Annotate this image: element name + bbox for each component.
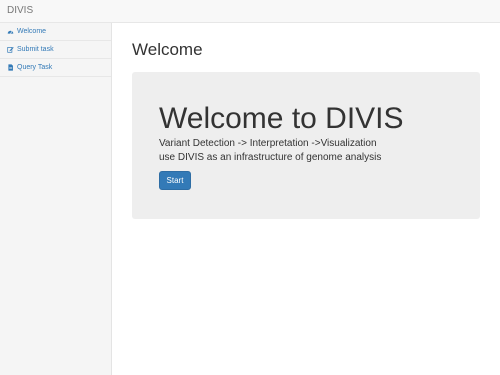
jumbotron-description: use DIVIS as an infrastructure of genome… <box>159 152 382 163</box>
jumbotron-tagline: Variant Detection -> Interpretation ->Vi… <box>159 138 377 149</box>
file-icon <box>7 64 14 71</box>
sidebar-item-label: Welcome <box>17 28 47 35</box>
sidebar-item-welcome[interactable]: Welcome <box>0 23 111 41</box>
top-navbar: DIVIS <box>0 0 500 23</box>
page-title: Welcome <box>132 40 203 59</box>
main-content: Welcome Welcome to DIVIS Variant Detecti… <box>112 23 500 375</box>
edit-icon <box>7 46 14 53</box>
sidebar-item-submit-task[interactable]: Submit task <box>0 41 111 59</box>
jumbotron-heading: Welcome to DIVIS <box>159 102 404 135</box>
sidebar-item-label: Query Task <box>17 64 53 71</box>
sidebar-item-label: Submit task <box>17 46 54 53</box>
start-button[interactable]: Start <box>159 171 191 190</box>
welcome-jumbotron: Welcome to DIVIS Variant Detection -> In… <box>132 72 480 219</box>
sidebar-item-query-task[interactable]: Query Task <box>0 59 111 77</box>
app-brand[interactable]: DIVIS <box>7 5 33 17</box>
sidebar: Welcome Submit task Query Task <box>0 23 112 375</box>
dashboard-icon <box>7 28 14 35</box>
